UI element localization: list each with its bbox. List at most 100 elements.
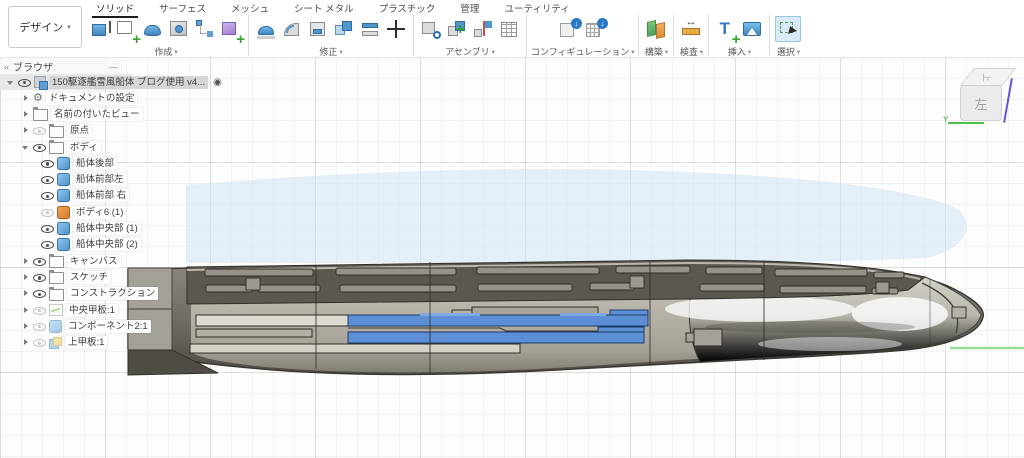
item-label[interactable]: ボディ xyxy=(67,141,101,154)
chevron-down-icon: ▾ xyxy=(339,48,342,56)
expand-icon[interactable] xyxy=(21,322,30,331)
design-workspace-button[interactable]: デザイン ▾ xyxy=(8,6,82,48)
insert-image-icon[interactable] xyxy=(740,17,764,41)
item-label[interactable]: 船体中央部 (1) xyxy=(73,222,141,235)
view-cube-top-face[interactable]: 上 xyxy=(960,68,1016,86)
item-label[interactable]: 名前の付いたビュー xyxy=(51,108,143,121)
expand-icon[interactable] xyxy=(21,289,30,298)
offset-face-icon[interactable] xyxy=(358,17,382,41)
visibility-eye-icon[interactable] xyxy=(41,174,54,186)
expand-icon[interactable] xyxy=(21,94,30,103)
expand-icon[interactable] xyxy=(6,78,15,87)
expand-icon[interactable] xyxy=(21,306,30,315)
visibility-eye-icon[interactable] xyxy=(41,190,54,202)
group-label-create[interactable]: 作成▾ xyxy=(154,44,177,58)
joint-icon[interactable] xyxy=(471,17,495,41)
visibility-eye-icon[interactable] xyxy=(33,255,46,267)
activate-component-icon[interactable]: ◉ xyxy=(213,77,222,88)
item-label[interactable]: 船体前部左 xyxy=(73,173,127,186)
body-icon xyxy=(57,189,70,202)
body-icon xyxy=(57,238,70,251)
bow-shadow xyxy=(705,321,915,333)
item-label[interactable]: コンポーネント2:1 xyxy=(65,320,151,333)
select-tool-icon[interactable] xyxy=(775,16,801,42)
revolve-icon[interactable] xyxy=(141,17,165,41)
browser-item-construction: コンストラクション xyxy=(0,286,210,302)
item-label[interactable]: ドキュメントの設定 xyxy=(46,92,138,105)
group-label-assemble[interactable]: アセンブリ▾ xyxy=(445,44,495,58)
create-form-icon[interactable] xyxy=(219,17,243,41)
item-label[interactable]: 原点 xyxy=(67,124,92,137)
visibility-eye-icon[interactable] xyxy=(33,304,46,316)
expand-icon[interactable] xyxy=(21,273,30,282)
shell-icon[interactable] xyxy=(306,17,330,41)
collapse-panel-icon[interactable]: « xyxy=(4,62,9,72)
visibility-eye-icon[interactable] xyxy=(33,271,46,283)
group-divider xyxy=(413,15,414,56)
group-divider xyxy=(248,15,249,56)
item-label[interactable]: 船体中央部 (2) xyxy=(73,238,141,251)
insert-derive-icon[interactable] xyxy=(419,17,443,41)
expand-icon[interactable] xyxy=(21,126,30,135)
visibility-eye-icon[interactable] xyxy=(33,337,46,349)
folder-icon xyxy=(49,142,64,154)
visibility-eye-icon[interactable] xyxy=(33,320,46,332)
ribbon-groups: 作成▾ 修正▾ xyxy=(88,13,802,58)
press-pull-icon[interactable] xyxy=(254,17,278,41)
visibility-eye-icon[interactable] xyxy=(41,157,54,169)
extrude-icon[interactable] xyxy=(89,17,113,41)
pattern-icon[interactable] xyxy=(193,17,217,41)
interior-stringer xyxy=(190,344,520,353)
visibility-eye-icon[interactable] xyxy=(41,239,54,251)
measure-icon[interactable] xyxy=(679,17,703,41)
view-cube[interactable]: 上 左 Y xyxy=(946,62,1022,136)
item-label[interactable]: コンストラクション xyxy=(67,287,158,300)
item-label[interactable]: 上甲板:1 xyxy=(65,336,107,349)
chevron-down-icon: ▾ xyxy=(67,23,71,31)
visibility-eye-icon[interactable] xyxy=(33,125,46,137)
fillet-icon[interactable] xyxy=(280,17,304,41)
item-label[interactable]: 船体後部 xyxy=(73,157,117,170)
bom-table-icon[interactable] xyxy=(497,17,521,41)
visibility-eye-icon[interactable] xyxy=(41,223,54,235)
expand-icon[interactable] xyxy=(21,110,30,119)
group-label-configuration[interactable]: コンフィギュレーション▾ xyxy=(531,44,634,58)
group-label-select[interactable]: 選択▾ xyxy=(777,44,800,58)
folder-icon xyxy=(49,126,64,138)
item-label[interactable]: ボディ6 (1) xyxy=(73,206,126,219)
chevron-down-icon: ▾ xyxy=(174,48,177,56)
item-label[interactable]: キャンバス xyxy=(67,255,121,268)
expand-icon[interactable] xyxy=(21,143,30,152)
item-label[interactable]: スケッチ xyxy=(67,271,111,284)
configuration-icon[interactable] xyxy=(558,17,582,41)
viewport[interactable]: « ブラウザ — 150駆逐艦雪風船体 ブログ使用 v4... ◉ ⚙ ドキュメ… xyxy=(0,57,1024,458)
visibility-eye-icon[interactable] xyxy=(33,288,46,300)
group-label-modify[interactable]: 修正▾ xyxy=(319,44,342,58)
new-component-icon[interactable] xyxy=(445,17,469,41)
expand-icon[interactable] xyxy=(21,257,30,266)
visibility-eye-icon[interactable] xyxy=(33,141,46,153)
body-icon xyxy=(57,206,70,219)
move-icon[interactable] xyxy=(384,17,408,41)
group-label-construct[interactable]: 構築▾ xyxy=(645,44,668,58)
combine-icon[interactable] xyxy=(332,17,356,41)
minimize-panel-icon[interactable]: — xyxy=(109,62,118,72)
configuration-table-icon[interactable] xyxy=(584,17,608,41)
insert-canvas-icon[interactable] xyxy=(714,17,738,41)
item-label[interactable]: 船体前部 右 xyxy=(73,189,129,202)
hole-icon[interactable] xyxy=(167,17,191,41)
root-document-label[interactable]: 150駆逐艦雪風船体 ブログ使用 v4... xyxy=(49,76,208,89)
canvas-image xyxy=(186,169,967,263)
visibility-eye-icon[interactable] xyxy=(18,76,31,88)
expand-icon[interactable] xyxy=(21,338,30,347)
construct-plane-icon[interactable] xyxy=(644,17,668,41)
browser-item-canvases: キャンバス xyxy=(0,253,210,269)
visibility-eye-icon[interactable] xyxy=(41,206,54,218)
group-label-inspect[interactable]: 検査▾ xyxy=(680,44,703,58)
group-divider xyxy=(769,15,770,56)
item-label[interactable]: 中央甲板:1 xyxy=(66,304,118,317)
group-divider xyxy=(638,15,639,56)
view-cube-front-face[interactable]: 左 xyxy=(960,85,1002,121)
create-sketch-icon[interactable] xyxy=(115,17,139,41)
browser-item-body: 船体前部左 xyxy=(0,171,210,187)
